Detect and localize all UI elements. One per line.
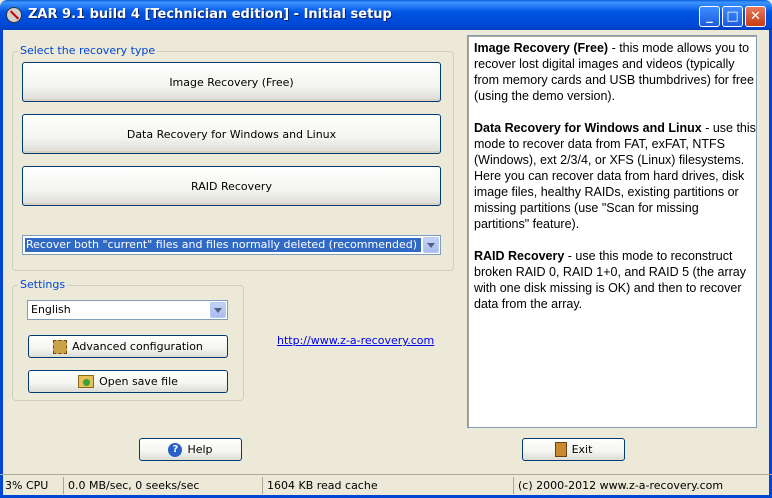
open-save-file-label: Open save file: [99, 375, 178, 388]
status-copyright: (c) 2000-2012 www.z-a-recovery.com: [518, 479, 724, 492]
raid-recovery-button[interactable]: RAID Recovery: [22, 166, 441, 206]
status-cpu: 3% CPU: [2, 477, 64, 494]
window-title: ZAR 9.1 build 4 [Technician edition] - I…: [28, 7, 392, 22]
recovery-mode-select[interactable]: Recover both "current" files and files n…: [22, 235, 441, 255]
info-raid-title: RAID Recovery: [474, 249, 565, 263]
minimize-button[interactable]: _: [699, 6, 720, 27]
status-cache: 1604 KB read cache: [264, 477, 514, 494]
image-recovery-button[interactable]: Image Recovery (Free): [22, 62, 441, 102]
info-data-recovery: Data Recovery for Windows and Linux - us…: [474, 120, 756, 232]
title-bar: ZAR 9.1 build 4 [Technician edition] - I…: [0, 0, 772, 30]
data-recovery-button[interactable]: Data Recovery for Windows and Linux: [22, 114, 441, 154]
info-raid-recovery: RAID Recovery - use this mode to reconst…: [474, 248, 756, 312]
exit-label: Exit: [571, 443, 593, 456]
status-bar: 3% CPU 0.0 MB/sec, 0 seeks/sec 1604 KB r…: [0, 474, 772, 495]
language-select[interactable]: English: [27, 300, 228, 320]
website-link[interactable]: http://www.z-a-recovery.com: [277, 334, 434, 347]
exit-button[interactable]: Exit: [522, 438, 625, 461]
status-speed: 0.0 MB/sec, 0 seeks/sec: [65, 477, 263, 494]
chevron-down-icon[interactable]: [423, 237, 439, 253]
help-icon: ?: [168, 442, 183, 457]
settings-label: Settings: [18, 278, 68, 292]
window-frame-left: [0, 30, 3, 498]
zar-app-icon[interactable]: [6, 7, 22, 23]
raid-recovery-label: RAID Recovery: [191, 179, 272, 193]
help-button[interactable]: ? Help: [139, 438, 242, 461]
image-recovery-label: Image Recovery (Free): [169, 75, 294, 89]
language-value: English: [31, 303, 71, 316]
info-data-title: Data Recovery for Windows and Linux: [474, 121, 702, 135]
help-label: Help: [187, 443, 213, 456]
advanced-configuration-label: Advanced configuration: [72, 340, 203, 353]
recovery-mode-value: Recover both "current" files and files n…: [25, 238, 421, 252]
chip-icon: [53, 339, 68, 354]
info-panel: Image Recovery (Free) - this mode allows…: [467, 35, 757, 428]
recovery-type-label: Select the recovery type: [18, 44, 158, 58]
info-image-recovery: Image Recovery (Free) - this mode allows…: [474, 40, 756, 104]
close-button[interactable]: ✕: [745, 6, 766, 27]
info-image-title: Image Recovery (Free): [474, 41, 609, 55]
data-recovery-label: Data Recovery for Windows and Linux: [126, 127, 337, 141]
info-data-text: - use this mode to recover data from FAT…: [474, 121, 756, 231]
open-save-file-button[interactable]: Open save file: [28, 370, 228, 393]
exit-door-icon: [554, 442, 567, 457]
chevron-down-icon[interactable]: [210, 302, 226, 318]
folder-icon: [78, 375, 95, 388]
maximize-button[interactable]: □: [722, 6, 743, 27]
advanced-configuration-button[interactable]: Advanced configuration: [28, 335, 228, 358]
